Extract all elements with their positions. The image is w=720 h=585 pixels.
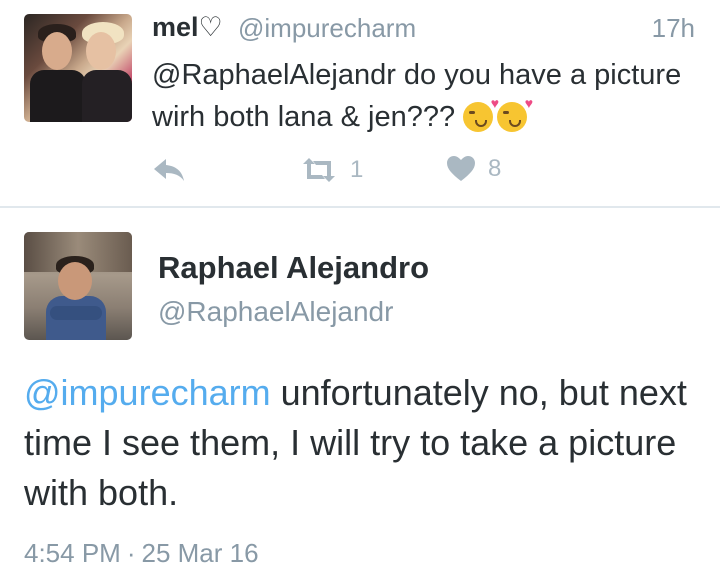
author-name[interactable]: mel♡ — [152, 12, 223, 43]
avatar[interactable] — [24, 14, 132, 122]
separator: · — [126, 538, 136, 568]
tweet-text: @RaphaelAlejandr do you have a picture w… — [152, 54, 692, 144]
tweet-date: 25 Mar 16 — [141, 538, 259, 568]
heart-symbol: ♡ — [198, 12, 223, 42]
retweet-button[interactable]: 1 — [300, 155, 363, 185]
avatar[interactable] — [24, 232, 132, 340]
tweet-time: 4:54 PM — [24, 538, 121, 568]
author-handle[interactable]: @RaphaelAlejandr — [158, 296, 393, 328]
main-tweet: Raphael Alejandro @RaphaelAlejandr @impu… — [0, 208, 720, 585]
heart-icon — [447, 156, 475, 181]
mention-link[interactable]: @impurecharm — [24, 372, 271, 413]
reply-arrow-icon — [154, 159, 184, 181]
tweet-text: @impurecharm unfortunately no, but next … — [24, 368, 704, 518]
reply-tweet: mel♡ @impurecharm 17h @RaphaelAlejandr d… — [0, 0, 720, 206]
tweet-timestamp[interactable]: 17h — [652, 13, 695, 44]
tweet-actions: 1 8 — [152, 155, 672, 189]
like-button[interactable]: 8 — [446, 155, 501, 183]
kissing-face-emoji-icon: ♥ — [497, 96, 533, 132]
author-name-text: mel — [152, 12, 199, 42]
tweet-text-body: @RaphaelAlejandr do you have a picture w… — [152, 59, 682, 133]
retweet-count: 1 — [350, 156, 364, 183]
emoji-group: ♥ ♥ — [463, 96, 533, 144]
tweet-meta: 4:54 PM · 25 Mar 16 — [24, 538, 259, 569]
author-name[interactable]: Raphael Alejandro — [158, 250, 429, 286]
kissing-face-emoji-icon: ♥ — [463, 96, 499, 132]
author-handle[interactable]: @impurecharm — [238, 13, 416, 44]
retweet-icon — [303, 158, 335, 182]
reply-button[interactable] — [152, 155, 186, 185]
like-count: 8 — [488, 155, 502, 182]
